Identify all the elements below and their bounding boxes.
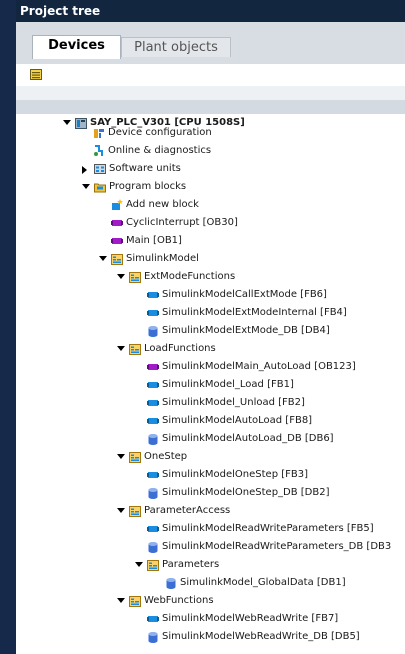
tree-item-label: SimulinkModelExtMode_DB [DB4] xyxy=(162,325,330,336)
tree-item-label: SimulinkModelReadWriteParameters_DB [DB3 xyxy=(162,541,392,552)
tree-toolbar xyxy=(16,64,405,86)
db-block-icon xyxy=(148,434,158,445)
plc-icon xyxy=(75,118,87,129)
expand-arrow-icon[interactable] xyxy=(82,184,90,189)
tree-item-label: SimulinkModelAutoLoad [FB8] xyxy=(162,415,313,426)
tree-item-label: SimulinkModelMain_AutoLoad [OB123] xyxy=(162,361,356,372)
db-block-icon xyxy=(166,578,176,589)
device-config-icon xyxy=(94,129,104,138)
tree-item-label: SimulinkModelAutoLoad_DB [DB6] xyxy=(162,433,334,444)
tree-item-label: CyclicInterrupt [OB30] xyxy=(126,217,238,228)
tree-item-label: Parameters xyxy=(162,559,220,570)
project-tree-panel: Project tree Devices Plant objects SAY_P… xyxy=(0,0,405,654)
tree-item-label: Device configuration xyxy=(108,127,212,138)
tree-item-label: SimulinkModel_Load [FB1] xyxy=(162,379,294,390)
collapse-arrow-icon[interactable] xyxy=(82,166,87,174)
add-block-icon xyxy=(112,199,123,210)
panel-title: Project tree xyxy=(16,0,405,22)
ob-block-icon xyxy=(111,238,123,244)
tree-item-label: ExtModeFunctions xyxy=(144,271,236,282)
fb-block-icon xyxy=(147,526,159,532)
tree-item-label: ParameterAccess xyxy=(144,505,231,516)
tree-item-label: SimulinkModelReadWriteParameters [FB5] xyxy=(162,523,374,534)
expand-arrow-icon[interactable] xyxy=(117,598,125,603)
tree-item-label: Software units xyxy=(109,163,181,174)
tree-item-label: SimulinkModelExtModeInternal [FB4] xyxy=(162,307,347,318)
db-block-icon xyxy=(148,542,158,553)
ob-block-icon xyxy=(147,364,159,370)
group-folder-icon xyxy=(129,344,141,355)
tree-item-label: WebFunctions xyxy=(144,595,214,606)
fb-block-icon xyxy=(147,382,159,388)
group-folder-icon xyxy=(129,506,141,517)
show-overview-icon[interactable] xyxy=(30,68,42,80)
left-edge-bar xyxy=(0,0,16,654)
db-block-icon xyxy=(148,632,158,643)
fb-block-icon xyxy=(147,472,159,478)
fb-block-icon xyxy=(147,400,159,406)
expand-arrow-icon[interactable] xyxy=(99,256,107,261)
fb-block-icon xyxy=(147,292,159,298)
online-diagnostics-icon xyxy=(94,145,103,156)
tab-strip: Devices Plant objects xyxy=(16,22,405,64)
expand-arrow-icon[interactable] xyxy=(117,508,125,513)
group-folder-icon xyxy=(129,452,141,463)
db-block-icon xyxy=(148,326,158,337)
tab-devices[interactable]: Devices xyxy=(32,35,121,59)
tree-item-label: LoadFunctions xyxy=(144,343,216,354)
tree-item-label: SimulinkModelOneStep [FB3] xyxy=(162,469,309,480)
tree-item-label: SimulinkModelOneStep_DB [DB2] xyxy=(162,487,330,498)
group-folder-icon xyxy=(129,272,141,283)
tree-item-label: SimulinkModel xyxy=(126,253,199,264)
fb-block-icon xyxy=(147,418,159,424)
group-folder-icon xyxy=(111,254,123,265)
expand-arrow-icon[interactable] xyxy=(135,562,143,567)
expand-arrow-icon[interactable] xyxy=(63,120,71,125)
ob-block-icon xyxy=(111,220,123,226)
expand-arrow-icon[interactable] xyxy=(117,346,125,351)
program-blocks-folder-icon xyxy=(94,183,106,193)
group-folder-icon xyxy=(129,596,141,607)
tree-separator-band xyxy=(16,100,405,114)
tree-item-label: SimulinkModelCallExtMode [FB6] xyxy=(162,289,327,300)
tree-item-label: Program blocks xyxy=(109,181,187,192)
fb-block-icon xyxy=(147,616,159,622)
group-folder-icon xyxy=(147,560,159,571)
expand-arrow-icon[interactable] xyxy=(117,454,125,459)
tree-item-label: Add new block xyxy=(126,199,199,210)
tree-item-label: SimulinkModelWebReadWrite_DB [DB5] xyxy=(162,631,360,642)
tree-item-label: OneStep xyxy=(144,451,188,462)
tree-item-label: SimulinkModel_GlobalData [DB1] xyxy=(180,577,346,588)
fb-block-icon xyxy=(147,310,159,316)
software-units-icon xyxy=(94,164,106,174)
tree-item-label: SimulinkModelWebReadWrite [FB7] xyxy=(162,613,339,624)
tree-item-label: Main [OB1] xyxy=(126,235,182,246)
tree-item-label: SimulinkModel_Unload [FB2] xyxy=(162,397,305,408)
tab-plant-objects[interactable]: Plant objects xyxy=(121,37,231,57)
tree-item-label: Online & diagnostics xyxy=(108,145,212,156)
expand-arrow-icon[interactable] xyxy=(117,274,125,279)
db-block-icon xyxy=(148,488,158,499)
